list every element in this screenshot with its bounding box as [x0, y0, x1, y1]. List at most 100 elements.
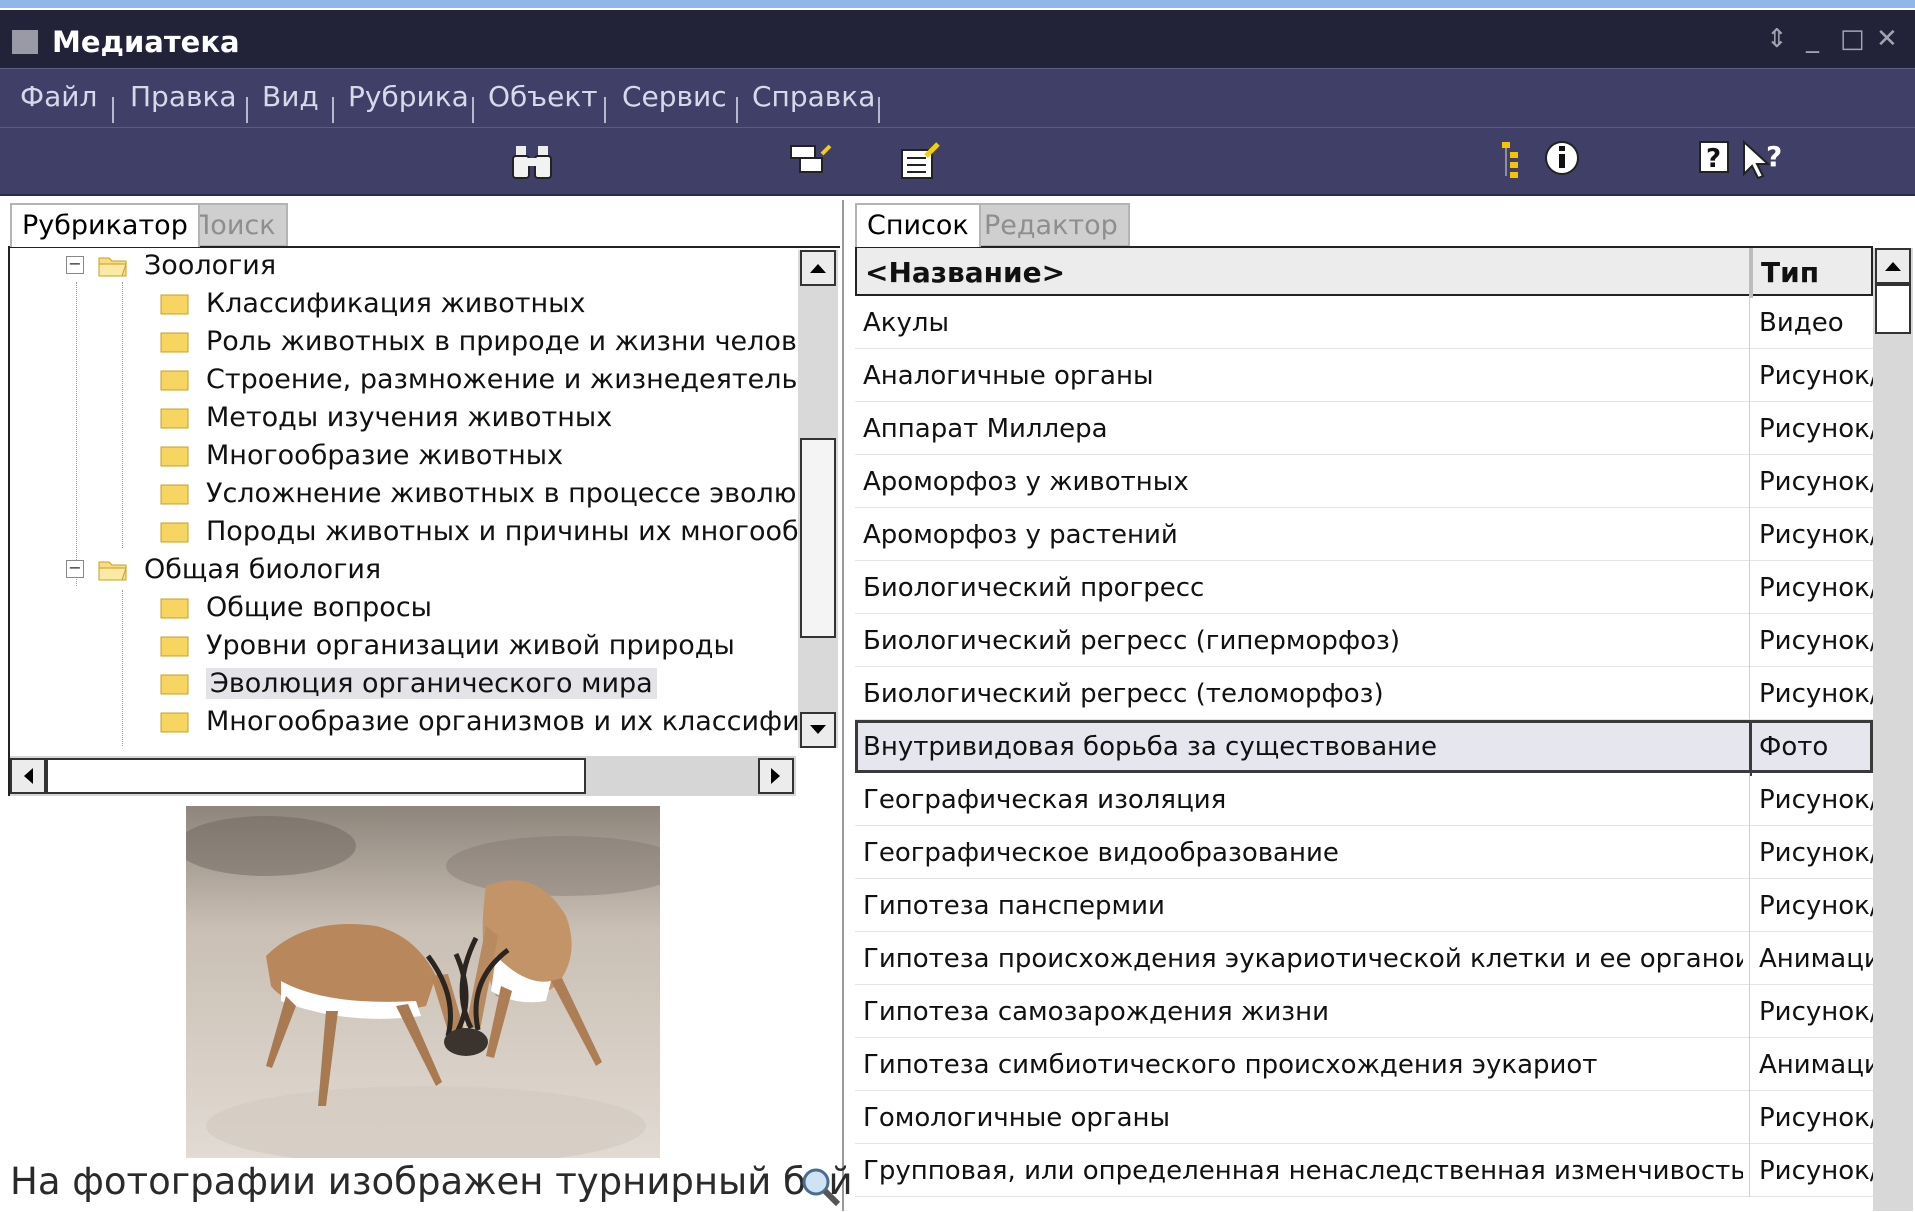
list-row-selected[interactable]: Внутривидовая борьба за существование Фо…: [855, 720, 1873, 776]
scroll-right-button[interactable]: [758, 758, 794, 794]
list-row[interactable]: Гомологичные органы Рисунок/: [855, 1091, 1873, 1144]
row-type: Рисунок/: [1759, 997, 1873, 1027]
scroll-thumb[interactable]: [46, 758, 586, 794]
scroll-up-button[interactable]: [1875, 248, 1911, 284]
app-icon: [12, 30, 38, 54]
maximize-button[interactable]: □: [1840, 24, 1865, 54]
list-row[interactable]: Гипотеза происхождения эукариотической к…: [855, 932, 1873, 985]
menu-object[interactable]: Объект: [488, 80, 598, 113]
cell-divider: [1749, 561, 1750, 614]
restore-icon[interactable]: ⇕: [1766, 24, 1788, 54]
list-row[interactable]: Групповая, или определенная ненаследстве…: [855, 1144, 1873, 1197]
scroll-down-button[interactable]: [800, 712, 836, 748]
row-name: Акулы: [863, 308, 950, 338]
tree-vertical-scrollbar[interactable]: [798, 250, 838, 748]
tree-node-structure[interactable]: Строение, размножение и жизнедеятельност…: [160, 360, 798, 398]
cell-divider: [1749, 985, 1750, 1038]
tree-node-label: Строение, размножение и жизнедеятельност…: [206, 363, 798, 395]
tab-list[interactable]: Список: [855, 203, 981, 247]
magnifier-icon[interactable]: [798, 1164, 842, 1208]
tree-node-label: Породы животных и причины их многообрази…: [206, 515, 798, 547]
tree-node-evolution-complexity[interactable]: Усложнение животных в процессе эволюции: [160, 474, 798, 512]
scroll-thumb[interactable]: [1875, 284, 1911, 334]
scroll-up-button[interactable]: [800, 250, 836, 286]
row-type: Рисунок/: [1759, 838, 1873, 868]
tree-node-label: Роль животных в природе и жизни человека…: [206, 325, 798, 357]
tree-horizontal-scrollbar[interactable]: [10, 756, 796, 796]
tree-node-classification[interactable]: Классификация животных: [160, 284, 585, 322]
menu-file[interactable]: Файл: [20, 80, 97, 113]
column-header-type[interactable]: Тип: [1761, 256, 1819, 289]
menu-service[interactable]: Сервис: [622, 80, 727, 113]
tree-node-general-biology[interactable]: − Общая биология: [66, 550, 381, 588]
collapse-icon[interactable]: −: [66, 560, 84, 578]
menu-edit[interactable]: Правка: [130, 80, 237, 113]
row-type: Рисунок/: [1759, 520, 1873, 550]
row-name: Ароморфоз у животных: [863, 467, 1189, 497]
clipboard-edit-icon[interactable]: [896, 136, 946, 184]
tree-node-methods[interactable]: Методы изучения животных: [160, 398, 612, 436]
cell-divider: [1749, 349, 1750, 402]
rubric-tree: − Зоология Классификация животных Роль ж…: [10, 246, 798, 746]
list-row[interactable]: Гипотеза самозарождения жизни Рисунок/: [855, 985, 1873, 1038]
preview-photo: [186, 806, 660, 1158]
tab-editor[interactable]: Редактор: [972, 203, 1130, 247]
collapse-icon[interactable]: −: [66, 256, 84, 274]
menu-help[interactable]: Справка: [752, 80, 875, 113]
tree-node-breeds[interactable]: Породы животных и причины их многообрази…: [160, 512, 798, 550]
list-row[interactable]: Биологический регресс (гиперморфоз) Рису…: [855, 614, 1873, 667]
tree-node-organization-levels[interactable]: Уровни организации живой природы: [160, 626, 735, 664]
help-icon[interactable]: ?: [1690, 136, 1740, 184]
binoculars-icon[interactable]: [508, 136, 558, 184]
media-list: <Название> Тип Акулы Видео Аналогичные о…: [855, 246, 1873, 1211]
row-type: Рисунок/: [1759, 573, 1873, 603]
whats-this-icon[interactable]: ?: [1738, 136, 1788, 184]
list-row[interactable]: Акулы Видео: [855, 296, 1873, 349]
menu-separator: [736, 97, 738, 123]
cell-divider: [1749, 1091, 1750, 1144]
row-type: Фото: [1759, 732, 1829, 762]
folder-icon: [160, 292, 190, 315]
list-row[interactable]: Географическая изоляция Рисунок/: [855, 773, 1873, 826]
column-header-name[interactable]: <Название>: [865, 256, 1065, 289]
list-row[interactable]: Биологический прогресс Рисунок/: [855, 561, 1873, 614]
top-strip: [0, 0, 1915, 10]
window-edit-icon[interactable]: [786, 136, 836, 184]
minimize-button[interactable]: _: [1806, 24, 1819, 54]
row-type: Рисунок/: [1759, 1103, 1873, 1133]
menu-view[interactable]: Вид: [262, 80, 319, 113]
menu-rubric[interactable]: Рубрика: [348, 80, 469, 113]
row-name: Географическая изоляция: [863, 785, 1227, 815]
column-divider[interactable]: [1749, 248, 1753, 298]
row-type: Рисунок/: [1759, 679, 1873, 709]
row-type: Рисунок/: [1759, 467, 1873, 497]
tree-node-organism-diversity[interactable]: Многообразие организмов и их классификац…: [160, 702, 798, 740]
list-row[interactable]: Ароморфоз у растений Рисунок/: [855, 508, 1873, 561]
tree-node-general-questions[interactable]: Общие вопросы: [160, 588, 432, 626]
pane-splitter[interactable]: [842, 200, 844, 1211]
list-row[interactable]: Аппарат Миллера Рисунок/: [855, 402, 1873, 455]
tree-node-evolution-organic-world[interactable]: Эволюция органического мира: [160, 664, 657, 702]
list-row[interactable]: Биологический регресс (теломорфоз) Рисун…: [855, 667, 1873, 720]
list-row[interactable]: Гипотеза симбиотического происхождения э…: [855, 1038, 1873, 1091]
tree-node-diversity[interactable]: Многообразие животных: [160, 436, 563, 474]
list-row[interactable]: Аналогичные органы Рисунок/: [855, 349, 1873, 402]
list-row[interactable]: Гипотеза панспермии Рисунок/: [855, 879, 1873, 932]
scroll-left-button[interactable]: [10, 758, 46, 794]
row-name: Биологический регресс (гиперморфоз): [863, 626, 1400, 656]
list-row[interactable]: Ароморфоз у животных Рисунок/: [855, 455, 1873, 508]
menu-bar: Файл Правка Вид Рубрика Объект Сервис Сп…: [0, 68, 1915, 129]
row-name: Гипотеза симбиотического происхождения э…: [863, 1050, 1598, 1080]
row-type: Рисунок/: [1759, 361, 1873, 391]
tree-node-zoology[interactable]: − Зоология: [66, 246, 276, 284]
close-button[interactable]: ✕: [1876, 24, 1898, 54]
list-row[interactable]: Географическое видообразование Рисунок/: [855, 826, 1873, 879]
tree-connector: [122, 282, 123, 548]
list-vertical-scrollbar[interactable]: [1873, 248, 1913, 1211]
folder-icon: [160, 634, 190, 657]
cell-divider: [1749, 614, 1750, 667]
tab-rubricator[interactable]: Рубрикатор: [10, 203, 200, 247]
scroll-thumb[interactable]: [800, 438, 836, 638]
info-icon[interactable]: [1538, 136, 1588, 184]
tree-node-role-animals[interactable]: Роль животных в природе и жизни человека…: [160, 322, 798, 360]
